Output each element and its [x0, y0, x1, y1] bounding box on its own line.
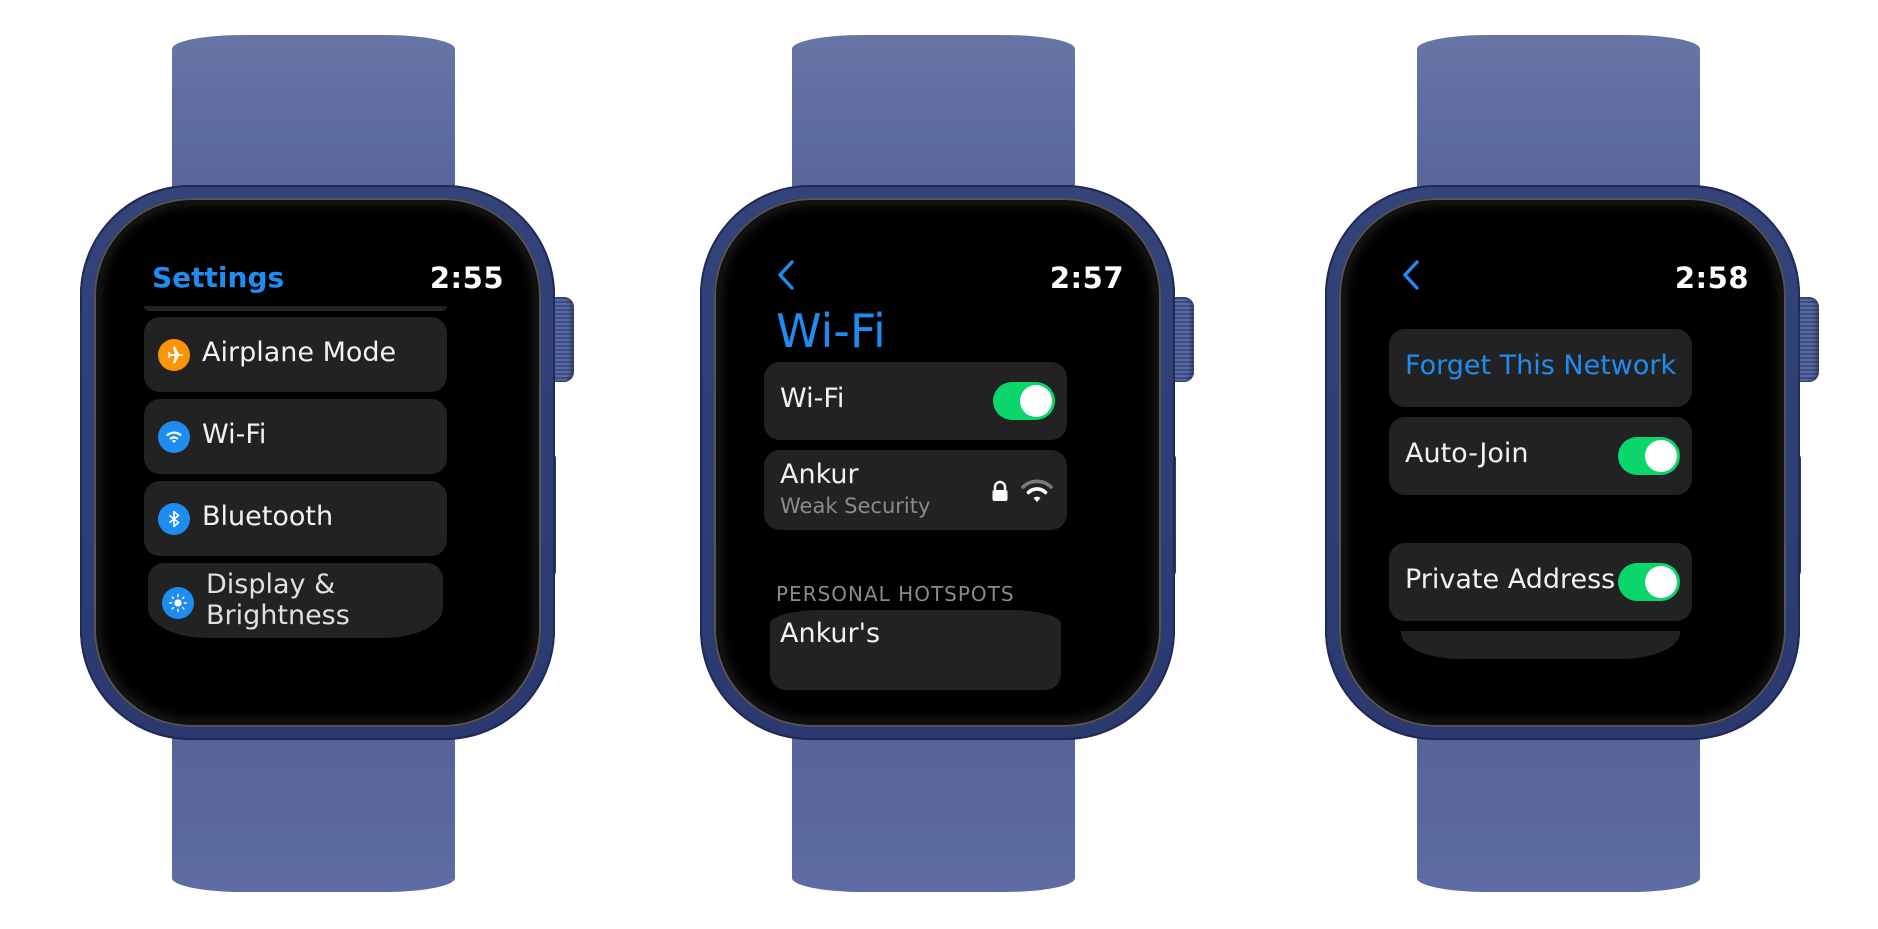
- scrolled-row-edge: [144, 306, 447, 311]
- watch-band-bottom: [792, 715, 1075, 892]
- page-title: Settings: [152, 261, 285, 294]
- wifi-signal-icon: [1019, 478, 1055, 504]
- clock-time: 2:55: [429, 261, 504, 295]
- watch-bezel: Settings 2:55 Airplane Mode Wi-Fi Blueto…: [94, 198, 541, 727]
- watch-case: 2:58 Forget This Network Auto-Join Priva…: [1325, 185, 1800, 740]
- network-row-ankur[interactable]: Ankur Weak Security: [764, 450, 1067, 530]
- network-security-status: Weak Security: [780, 494, 931, 518]
- watch-band-top: [172, 35, 455, 210]
- watch-band-bottom: [1417, 715, 1700, 892]
- brightness-icon: [162, 587, 194, 619]
- watch-settings: Settings 2:55 Airplane Mode Wi-Fi Blueto…: [80, 0, 640, 929]
- network-name: Ankur: [780, 459, 859, 490]
- watch-wifi: 2:57 Wi-Fi Wi-Fi Ankur Weak Security PER…: [700, 0, 1260, 929]
- watch-network-detail: 2:58 Forget This Network Auto-Join Priva…: [1325, 0, 1878, 929]
- auto-join-toggle[interactable]: [1618, 437, 1680, 475]
- watch-case: Settings 2:55 Airplane Mode Wi-Fi Blueto…: [80, 185, 555, 740]
- wifi-toggle-row[interactable]: Wi-Fi: [764, 362, 1067, 440]
- private-address-label: Private Address: [1405, 564, 1616, 595]
- watch-bezel: 2:57 Wi-Fi Wi-Fi Ankur Weak Security PER…: [714, 198, 1161, 727]
- hotspot-name: Ankur's: [780, 618, 881, 649]
- settings-item-label: Wi-Fi: [202, 419, 267, 450]
- back-chevron-icon[interactable]: [776, 258, 810, 292]
- watch-case: 2:57 Wi-Fi Wi-Fi Ankur Weak Security PER…: [700, 185, 1175, 740]
- auto-join-row[interactable]: Auto-Join: [1389, 417, 1692, 495]
- settings-item-bluetooth[interactable]: Bluetooth: [144, 481, 447, 556]
- auto-join-label: Auto-Join: [1405, 438, 1529, 469]
- back-chevron-icon[interactable]: [1401, 258, 1435, 292]
- forget-network-label: Forget This Network: [1405, 350, 1677, 381]
- private-address-toggle[interactable]: [1618, 563, 1680, 601]
- wifi-toggle-label: Wi-Fi: [780, 383, 845, 414]
- watch-screen: Settings 2:55 Airplane Mode Wi-Fi Blueto…: [134, 236, 529, 716]
- toggle-knob: [1645, 566, 1677, 598]
- toggle-knob: [1020, 385, 1052, 417]
- airplane-icon: [158, 339, 190, 371]
- watch-band-top: [792, 35, 1075, 210]
- watch-bezel: 2:58 Forget This Network Auto-Join Priva…: [1339, 198, 1786, 727]
- watch-screen: 2:58 Forget This Network Auto-Join Priva…: [1379, 236, 1774, 716]
- clock-time: 2:58: [1674, 261, 1749, 295]
- section-header-personal-hotspots: PERSONAL HOTSPOTS: [776, 582, 1015, 606]
- settings-item-wifi[interactable]: Wi-Fi: [144, 399, 447, 474]
- hotspot-row[interactable]: Ankur's: [770, 610, 1061, 690]
- settings-item-label: Bluetooth: [202, 501, 334, 532]
- toggle-knob: [1645, 440, 1677, 472]
- settings-item-label-line2: Brightness: [206, 600, 350, 631]
- settings-item-display-brightness[interactable]: Display & Brightness: [148, 563, 443, 638]
- forget-network-button[interactable]: Forget This Network: [1389, 329, 1692, 407]
- lock-icon: [991, 480, 1009, 502]
- watch-screen: 2:57 Wi-Fi Wi-Fi Ankur Weak Security PER…: [754, 236, 1149, 716]
- watch-band-bottom: [172, 715, 455, 892]
- bluetooth-icon: [158, 503, 190, 535]
- settings-item-label-line1: Display &: [206, 569, 336, 600]
- next-row-partial: [1401, 631, 1680, 659]
- settings-item-label: Airplane Mode: [202, 337, 397, 368]
- clock-time: 2:57: [1049, 261, 1124, 295]
- wifi-toggle[interactable]: [993, 382, 1055, 420]
- watch-band-top: [1417, 35, 1700, 210]
- page-title: Wi-Fi: [776, 304, 886, 358]
- private-address-row[interactable]: Private Address: [1389, 543, 1692, 621]
- wifi-icon: [158, 421, 190, 453]
- settings-item-airplane-mode[interactable]: Airplane Mode: [144, 317, 447, 392]
